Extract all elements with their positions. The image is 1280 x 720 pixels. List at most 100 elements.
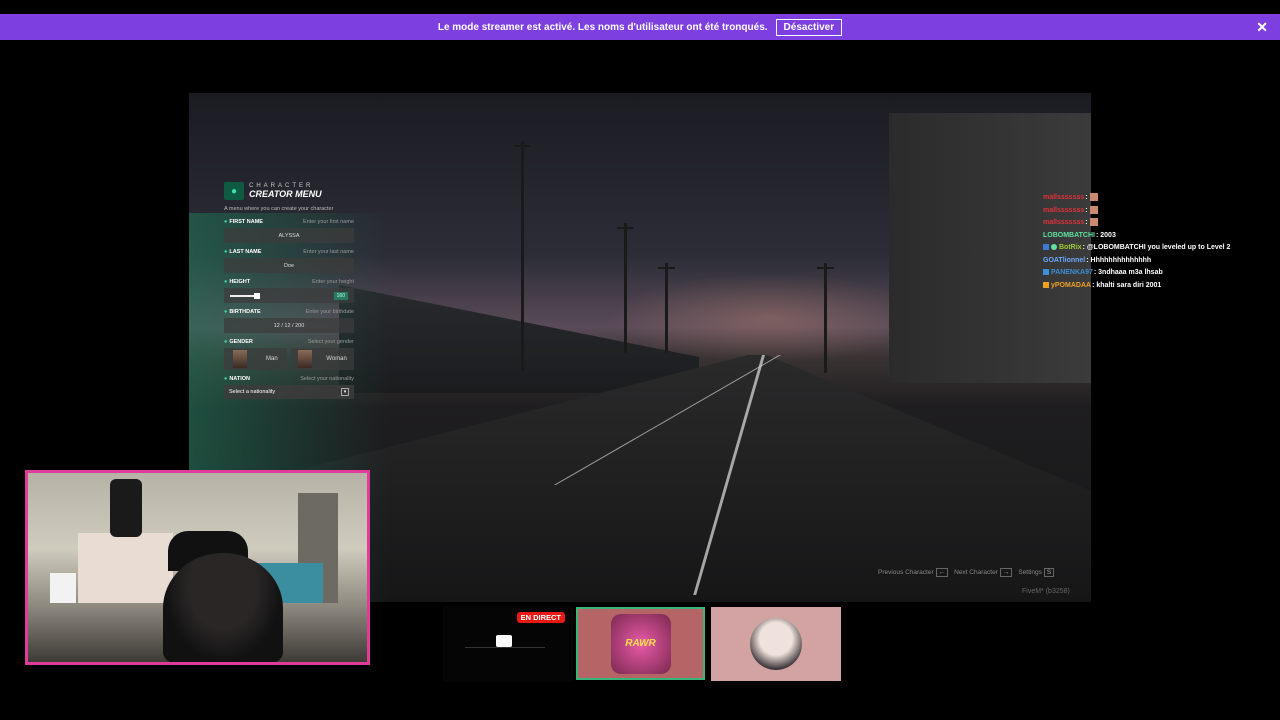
- chat-text: : khalti sara diri 2001: [1092, 281, 1162, 289]
- sub-badge-icon: [1043, 281, 1049, 288]
- hint-label: Settings: [1018, 569, 1042, 576]
- first-name-input[interactable]: ALYSSA: [224, 228, 354, 243]
- hint-label: Next Character: [954, 569, 998, 576]
- verified-badge-icon: [1051, 244, 1057, 251]
- height-field: HEIGHT Enter your height 160: [224, 279, 354, 303]
- gender-option-man[interactable]: Man: [224, 348, 287, 370]
- chat-username: BotRix: [1059, 244, 1082, 251]
- first-name-hint: Enter your first name: [302, 219, 354, 225]
- chat-message: yPOMADAA: khalti sara diri 2001: [1043, 280, 1230, 293]
- banner-message: Le mode streamer est activé. Les noms d'…: [437, 21, 768, 33]
- slider-knob[interactable]: [254, 292, 260, 299]
- chat-text: : 3ndhaaa m3a lhsab: [1093, 269, 1163, 276]
- emote-icon: [1089, 205, 1098, 214]
- arrow-right-icon: →: [999, 568, 1013, 577]
- slider-track[interactable]: [230, 292, 260, 299]
- nation-hint: Select your nationality: [300, 376, 354, 382]
- nation-select[interactable]: Select a nationality ▾: [224, 385, 354, 399]
- streamer-mode-banner: Le mode streamer est activé. Les noms d'…: [0, 14, 1280, 40]
- gender-option-label: Man: [265, 356, 278, 362]
- height-label: HEIGHT: [224, 279, 250, 285]
- emote-icon: [1089, 218, 1098, 227]
- webcam-overlay: [25, 470, 370, 665]
- chat-username: mallsssssss: [1043, 206, 1085, 214]
- menu-subtitle: A menu where you can create your charact…: [224, 206, 334, 212]
- menu-title: CREATOR MENU: [249, 189, 322, 199]
- arrow-left-icon: ←: [935, 568, 949, 577]
- chat-username: mallsssssss: [1043, 194, 1085, 201]
- hint-label: Previous Character: [878, 569, 934, 576]
- first-name-label: FIRST NAME: [224, 219, 263, 225]
- last-name-label: LAST NAME: [224, 249, 261, 255]
- chat-text: : Hhhhhhhhhhhhhh: [1086, 256, 1152, 264]
- utility-pole: [658, 263, 675, 353]
- punching-bag: [110, 479, 142, 537]
- utility-pole: [514, 141, 531, 371]
- chat-message: mallsssssss:: [1043, 205, 1230, 218]
- chat-message: mallsssssss:: [1043, 192, 1230, 205]
- live-preview-card[interactable]: EN DIRECT: [443, 606, 573, 682]
- height-slider[interactable]: 160: [224, 288, 354, 303]
- divider: [465, 647, 545, 648]
- channel-art: RAWR: [610, 613, 671, 674]
- chat-text: : @LOBOMBATCHI you leveled up to Level 2: [1082, 244, 1231, 251]
- bot-badge-icon: [1043, 244, 1049, 251]
- chat-username: yPOMADAA: [1051, 281, 1092, 289]
- chat-username: mallsssssss: [1043, 219, 1085, 226]
- utility-pole: [817, 263, 834, 373]
- chat-message: LOBOMBATCHI: 2003: [1043, 230, 1230, 243]
- chat-username: LOBOMBATCHI: [1043, 231, 1095, 239]
- birthdate-input[interactable]: 12 / 12 / 200: [224, 318, 354, 333]
- menu-header: ● CHARACTER CREATOR MENU: [224, 182, 354, 200]
- nation-label: NATION: [224, 376, 250, 382]
- prev-character-hint: Previous Character ←: [878, 568, 949, 577]
- streamer: [163, 553, 283, 662]
- channel-avatar: [750, 618, 802, 670]
- chat-message: mallsssssss:: [1043, 217, 1230, 230]
- first-name-field: FIRST NAME Enter your first name ALYSSA: [224, 219, 354, 243]
- chat-message: GOATlionnel: Hhhhhhhhhhhhhh: [1043, 255, 1230, 268]
- settings-key: S: [1043, 568, 1055, 577]
- game-hints: Previous Character ← Next Character → Sett…: [878, 568, 1055, 577]
- settings-hint: Settings S: [1018, 568, 1055, 577]
- last-name-input[interactable]: Doe: [224, 258, 354, 273]
- birthdate-hint: Enter your birthdate: [305, 309, 354, 315]
- monitor-icon: [496, 635, 512, 647]
- last-name-field: LAST NAME Enter your last name Doe: [224, 249, 354, 273]
- height-hint: Enter your height: [312, 279, 354, 285]
- close-icon[interactable]: ✕: [1256, 19, 1268, 35]
- birthdate-label: BIRTHDATE: [224, 309, 260, 315]
- man-avatar: [233, 350, 248, 368]
- gender-hint: Select your gender: [307, 339, 354, 345]
- chevron-down-icon: ▾: [341, 388, 349, 396]
- chat-message: PANENKA97: 3ndhaaa m3a lhsab: [1043, 267, 1230, 280]
- bed: [78, 533, 173, 603]
- next-character-hint: Next Character →: [954, 568, 1013, 577]
- sub-badge-icon: [1043, 269, 1049, 276]
- gender-option-woman[interactable]: Woman: [291, 348, 354, 370]
- fivem-version: FiveM* (b3258): [1022, 588, 1070, 595]
- last-name-hint: Enter your last name: [303, 249, 354, 255]
- chat-username: PANENKA97: [1051, 269, 1093, 276]
- nation-placeholder: Select a nationality: [229, 389, 276, 395]
- people-icon: ●: [224, 182, 244, 200]
- chat-text: : 2003: [1095, 231, 1116, 239]
- birthdate-field: BIRTHDATE Enter your birthdate 12 / 12 / …: [224, 309, 354, 333]
- utility-pole: [617, 223, 634, 353]
- channel-card[interactable]: [711, 607, 841, 681]
- gender-label: GENDER: [224, 339, 253, 345]
- chat-message: BotRix: @LOBOMBATCHI you leveled up to L…: [1043, 242, 1230, 255]
- height-value: 160: [333, 291, 348, 300]
- gender-field: GENDER Select your gender Man Woman: [224, 339, 354, 370]
- gender-option-label: Woman: [326, 356, 347, 362]
- channel-card-selected[interactable]: RAWR: [576, 607, 705, 680]
- deactivate-button[interactable]: Désactiver: [775, 18, 843, 36]
- chat-username: GOATlionnel: [1043, 256, 1086, 264]
- chat-overlay: mallsssssss: mallsssssss: mallsssssss: L…: [1043, 192, 1230, 292]
- woman-avatar: [298, 350, 313, 368]
- live-badge: EN DIRECT: [516, 612, 565, 623]
- character-creator-menu: ● CHARACTER CREATOR MENU A menu where yo…: [224, 182, 354, 399]
- nation-field: NATION Select your nationality Select a n…: [224, 376, 354, 399]
- nightstand: [50, 573, 76, 603]
- emote-icon: [1089, 193, 1098, 202]
